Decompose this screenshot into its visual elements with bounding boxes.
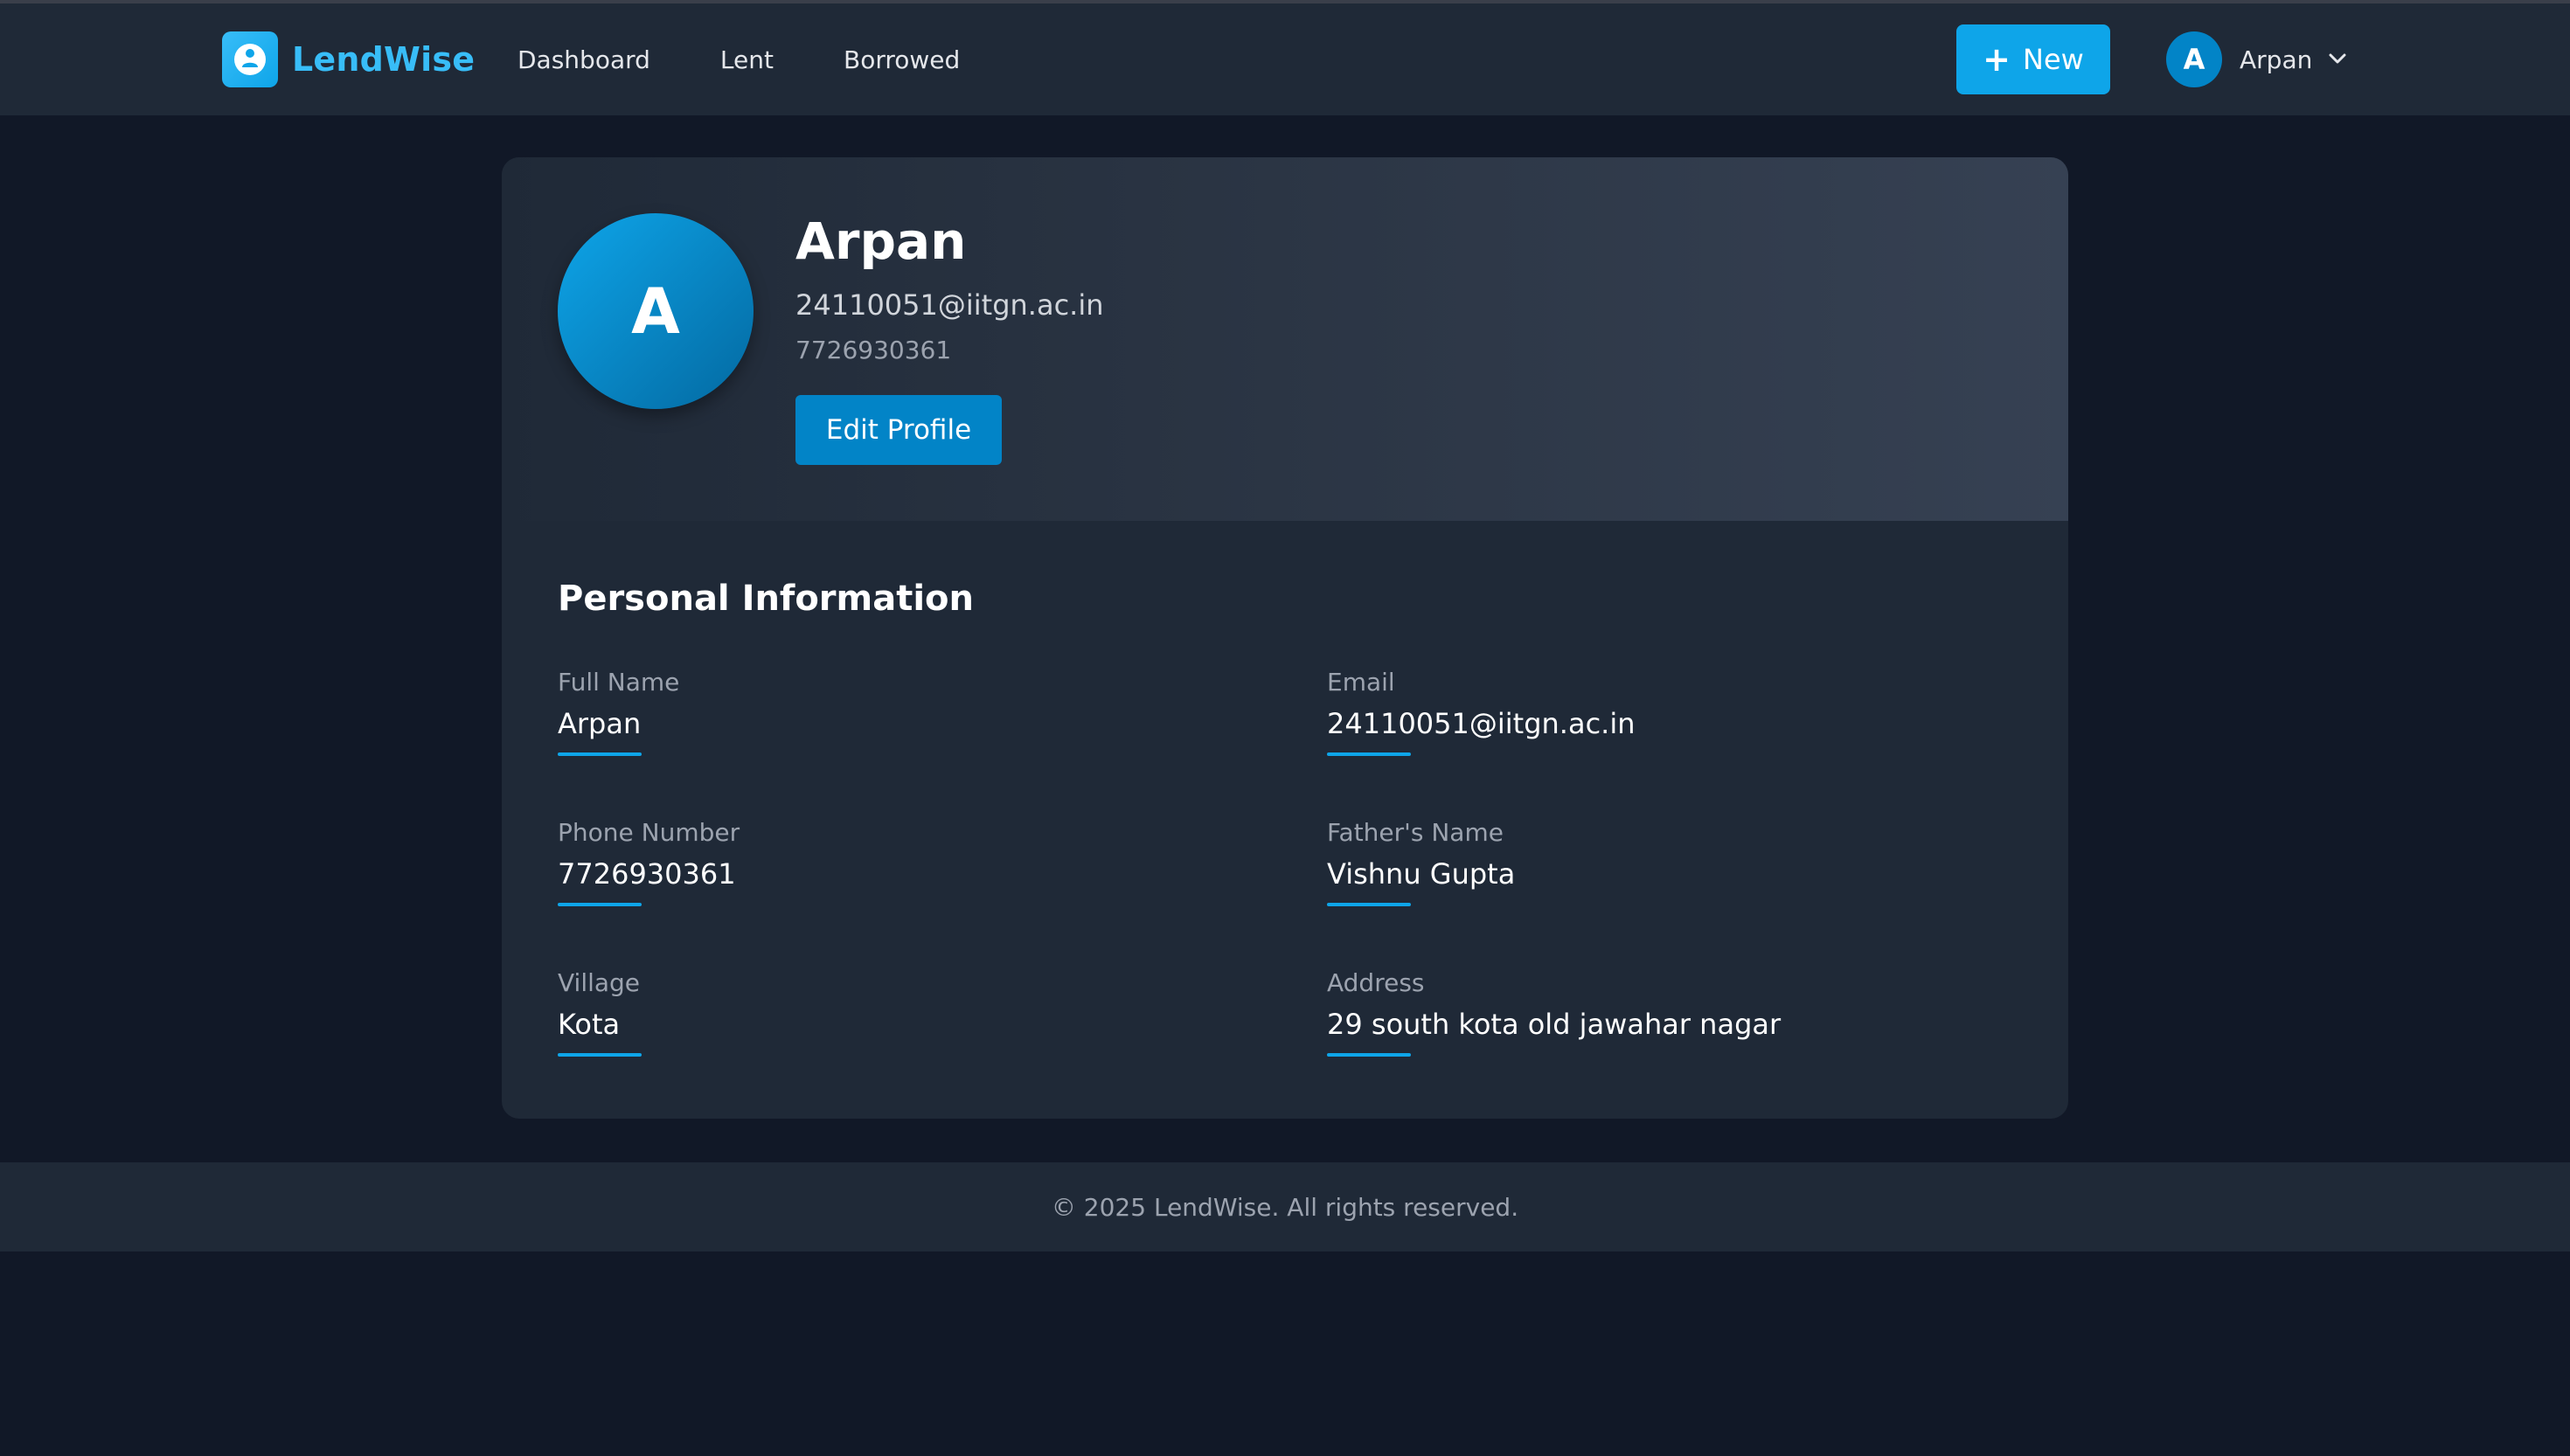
user-icon — [222, 31, 278, 87]
nav-link-dashboard[interactable]: Dashboard — [517, 45, 650, 74]
profile-name: Arpan — [795, 211, 967, 271]
new-button[interactable]: + New — [1956, 24, 2110, 94]
field-value: 7726930361 — [558, 857, 736, 891]
profile-card: A Arpan 24110051@iitgn.ac.in 7726930361 … — [502, 157, 2068, 1119]
field-phone-number: Phone Number 7726930361 — [558, 818, 1257, 906]
field-label: Village — [558, 968, 641, 997]
profile-email: 24110051@iitgn.ac.in — [795, 288, 1104, 322]
profile-header: A Arpan 24110051@iitgn.ac.in 7726930361 … — [502, 157, 2068, 521]
field-fathers-name: Father's Name Vishnu Gupta — [1327, 818, 2026, 906]
field-underline — [558, 1053, 642, 1057]
chevron-down-icon — [2328, 52, 2347, 68]
user-menu[interactable]: A Arpan — [2166, 31, 2347, 87]
edit-profile-button[interactable]: Edit Profile — [795, 395, 1002, 465]
field-full-name: Full Name Arpan — [558, 668, 1257, 756]
new-button-label: New — [2023, 43, 2084, 76]
field-label: Email — [1327, 668, 1395, 697]
field-value: Vishnu Gupta — [1327, 857, 1516, 891]
profile-avatar: A — [558, 213, 754, 409]
field-label: Father's Name — [1327, 818, 1504, 847]
brand-name: LendWise — [292, 40, 476, 79]
field-label: Address — [1327, 968, 1425, 997]
navbar: LendWise Dashboard Lent Borrowed + New A… — [0, 3, 2570, 115]
field-village: Village Kota — [558, 968, 1257, 1057]
field-value: Kota — [558, 1008, 621, 1041]
field-value: Arpan — [558, 707, 642, 740]
field-underline — [558, 903, 642, 906]
section-title-personal-information: Personal Information — [558, 579, 974, 619]
footer-copyright: © 2025 LendWise. All rights reserved. — [1051, 1192, 1519, 1222]
avatar: A — [2166, 31, 2222, 87]
nav-links: Dashboard Lent Borrowed — [517, 31, 1030, 87]
field-label: Phone Number — [558, 818, 740, 847]
user-name: Arpan — [2240, 45, 2313, 74]
field-underline — [1327, 1053, 1411, 1057]
footer: © 2025 LendWise. All rights reserved. — [0, 1162, 2570, 1251]
field-address: Address 29 south kota old jawahar nagar — [1327, 968, 2026, 1057]
profile-phone: 7726930361 — [795, 336, 952, 364]
brand-logo-link[interactable]: LendWise — [222, 31, 475, 87]
plus-icon: + — [1983, 40, 2011, 79]
field-underline — [1327, 903, 1411, 906]
field-email: Email 24110051@iitgn.ac.in — [1327, 668, 2026, 756]
nav-link-borrowed[interactable]: Borrowed — [844, 45, 960, 74]
field-value: 24110051@iitgn.ac.in — [1327, 707, 1636, 740]
field-value: 29 south kota old jawahar nagar — [1327, 1008, 1782, 1041]
field-label: Full Name — [558, 668, 680, 697]
field-underline — [1327, 752, 1411, 756]
field-underline — [558, 752, 642, 756]
nav-link-lent[interactable]: Lent — [720, 45, 774, 74]
